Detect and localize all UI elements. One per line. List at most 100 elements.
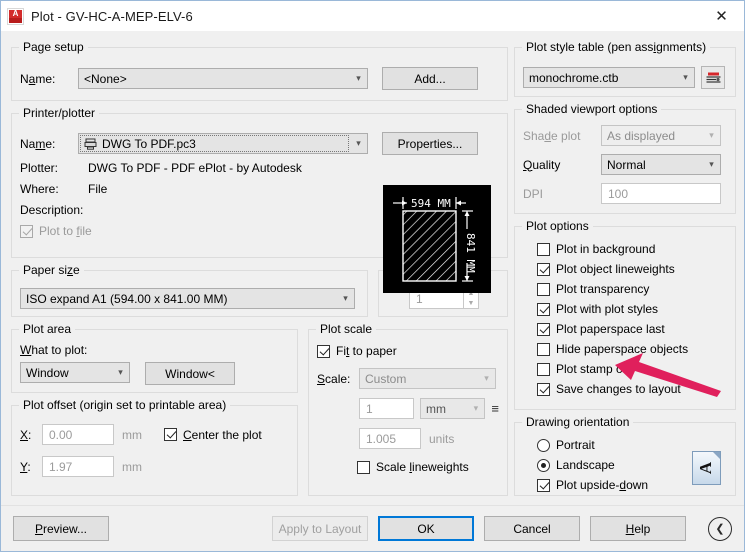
scale-unit-value: mm xyxy=(426,401,447,416)
quality-combo[interactable]: Normal ▾ xyxy=(601,154,721,175)
pen-table-edit-icon[interactable] xyxy=(701,66,725,89)
preview-button[interactable]: Preview... xyxy=(13,516,109,541)
plotter-device-icon xyxy=(84,138,97,150)
scale-unit-combo[interactable]: mm ▾ xyxy=(420,398,486,419)
paper-size-legend: Paper size xyxy=(19,263,84,277)
scale-lineweights-checkbox[interactable] xyxy=(357,460,370,474)
option-hide-paperspace-objects[interactable]: Hide paperspace objects xyxy=(537,339,727,359)
scale-numerator-input[interactable]: 1 xyxy=(359,398,415,419)
plot-style-combo[interactable]: monochrome.ctb ▾ xyxy=(523,67,695,88)
center-the-plot-label: Center the plot xyxy=(183,427,262,442)
cancel-button[interactable]: Cancel xyxy=(484,516,580,541)
printer-name-combo[interactable]: DWG To PDF.pc3 ▾ xyxy=(78,133,368,154)
offset-y-input[interactable]: 1.97 xyxy=(42,456,114,477)
add-button-label: Add... xyxy=(414,71,446,86)
radio[interactable] xyxy=(537,438,550,452)
apply-to-layout-label: Apply to Layout xyxy=(278,521,362,536)
option-plot-transparency[interactable]: Plot transparency xyxy=(537,279,727,299)
offset-x-input[interactable]: 0.00 xyxy=(42,424,114,445)
scale-value: Custom xyxy=(365,371,407,386)
checkbox[interactable] xyxy=(537,322,550,336)
checkbox[interactable] xyxy=(537,282,550,296)
plot-area-group: Plot area What to plot: Window ▾ Window< xyxy=(11,322,298,393)
option-label: Plot object lineweights xyxy=(556,262,675,276)
window-button[interactable]: Window< xyxy=(145,362,235,385)
stepper-down-icon[interactable]: ▼ xyxy=(464,299,478,309)
help-button[interactable]: Help xyxy=(590,516,686,541)
option-save-changes-to-layout[interactable]: Save changes to layout xyxy=(537,379,727,399)
checkbox[interactable] xyxy=(537,342,550,356)
scale-denominator-input[interactable]: 1.005 xyxy=(359,428,421,449)
plot-to-file-checkbox[interactable] xyxy=(20,224,33,238)
what-to-plot-label: What to plot: xyxy=(20,343,88,357)
chevron-down-icon: ▾ xyxy=(484,373,489,383)
option-label: Plot transparency xyxy=(556,282,650,296)
option-plot-object-lineweights[interactable]: Plot object lineweights xyxy=(537,259,727,279)
what-to-plot-combo[interactable]: Window ▾ xyxy=(20,362,130,383)
properties-button[interactable]: Properties... xyxy=(382,132,478,155)
printer-name-value: DWG To PDF.pc3 xyxy=(102,136,196,151)
portrait-label: Portrait xyxy=(556,438,595,452)
shade-plot-value: As displayed xyxy=(607,128,676,143)
option-label: Plot paperspace last xyxy=(556,322,665,336)
checkbox[interactable] xyxy=(537,242,550,256)
chevron-down-icon: ▾ xyxy=(709,130,714,140)
fit-to-paper-label: Fit to paper xyxy=(336,344,397,358)
printer-name-label: Name: xyxy=(20,136,56,151)
printer-plotter-legend: Printer/plotter xyxy=(19,106,100,120)
offset-x-label: X: xyxy=(20,427,32,442)
option-label: Hide paperspace objects xyxy=(556,342,689,356)
right-column: Plot style table (pen assignments) monoc… xyxy=(514,35,736,496)
option-plot-stamp-on[interactable]: Plot stamp on xyxy=(537,359,727,379)
scale-combo[interactable]: Custom ▾ xyxy=(359,368,496,389)
drawing-orientation-group: Drawing orientation Portrait Landscape P… xyxy=(514,415,736,496)
checkbox[interactable] xyxy=(537,262,550,276)
option-plot-with-plot-styles[interactable]: Plot with plot styles xyxy=(537,299,727,319)
center-the-plot-checkbox[interactable] xyxy=(164,428,177,441)
plot-dialog: A Plot - GV-HC-A-MEP-ELV-6 ✕ Page setup … xyxy=(0,0,745,552)
dialog-footer: Preview... Apply to Layout OK Cancel Hel… xyxy=(1,505,744,551)
dpi-input[interactable]: 100 xyxy=(601,183,721,204)
description-label: Description: xyxy=(20,203,84,217)
chevron-down-icon: ▾ xyxy=(343,293,348,303)
shade-plot-combo[interactable]: As displayed ▾ xyxy=(601,125,721,146)
chevron-down-icon: ▾ xyxy=(683,72,688,82)
ok-button[interactable]: OK xyxy=(378,516,474,541)
drawing-orientation-legend: Drawing orientation xyxy=(522,415,634,429)
preview-button-label: Preview... xyxy=(34,521,88,536)
radio[interactable] xyxy=(537,458,550,472)
option-plot-in-background[interactable]: Plot in background xyxy=(537,239,727,259)
plotter-label: Plotter: xyxy=(20,161,59,175)
shaded-viewport-legend: Shaded viewport options xyxy=(522,102,662,116)
add-button[interactable]: Add... xyxy=(382,67,478,90)
checkbox[interactable] xyxy=(537,302,550,316)
plot-style-table-legend: Plot style table (pen assignments) xyxy=(522,40,711,54)
plot-style-value: monochrome.ctb xyxy=(529,70,619,85)
chevron-left-circle-icon[interactable]: ❮ xyxy=(708,516,732,541)
checkbox[interactable] xyxy=(537,478,550,492)
page-landscape-a-icon: A xyxy=(692,451,721,485)
paper-size-combo[interactable]: ISO expand A1 (594.00 x 841.00 MM) ▾ xyxy=(20,288,355,309)
offset-y-label: Y: xyxy=(20,459,31,474)
option-plot-paperspace-last[interactable]: Plot paperspace last xyxy=(537,319,727,339)
paper-size-group: Paper size ISO expand A1 (594.00 x 841.0… xyxy=(11,263,368,317)
scale-label: Scale: xyxy=(317,371,351,386)
checkbox[interactable] xyxy=(537,382,550,396)
offset-y-unit: mm xyxy=(122,459,142,474)
what-to-plot-value: Window xyxy=(26,365,69,380)
title-bar: A Plot - GV-HC-A-MEP-ELV-6 ✕ xyxy=(1,1,744,31)
window-title: Plot - GV-HC-A-MEP-ELV-6 xyxy=(31,8,193,24)
page-setup-name-value: <None> xyxy=(84,71,127,86)
option-label: Plot in background xyxy=(556,242,656,256)
page-setup-name-combo[interactable]: <None> ▾ xyxy=(78,68,368,89)
close-icon[interactable]: ✕ xyxy=(699,2,744,31)
checkbox[interactable] xyxy=(537,362,550,376)
fit-to-paper-checkbox[interactable] xyxy=(317,344,330,358)
plot-options-legend: Plot options xyxy=(522,219,593,233)
plot-offset-group: Plot offset (origin set to printable are… xyxy=(11,398,298,496)
apply-to-layout-button[interactable]: Apply to Layout xyxy=(272,516,368,541)
option-label: Plot with plot styles xyxy=(556,302,659,316)
page-setup-name-label: Name: xyxy=(20,71,56,86)
preview-height-text: 841 MM xyxy=(464,233,477,273)
shaded-viewport-group: Shaded viewport options Shade plot As di… xyxy=(514,102,736,214)
